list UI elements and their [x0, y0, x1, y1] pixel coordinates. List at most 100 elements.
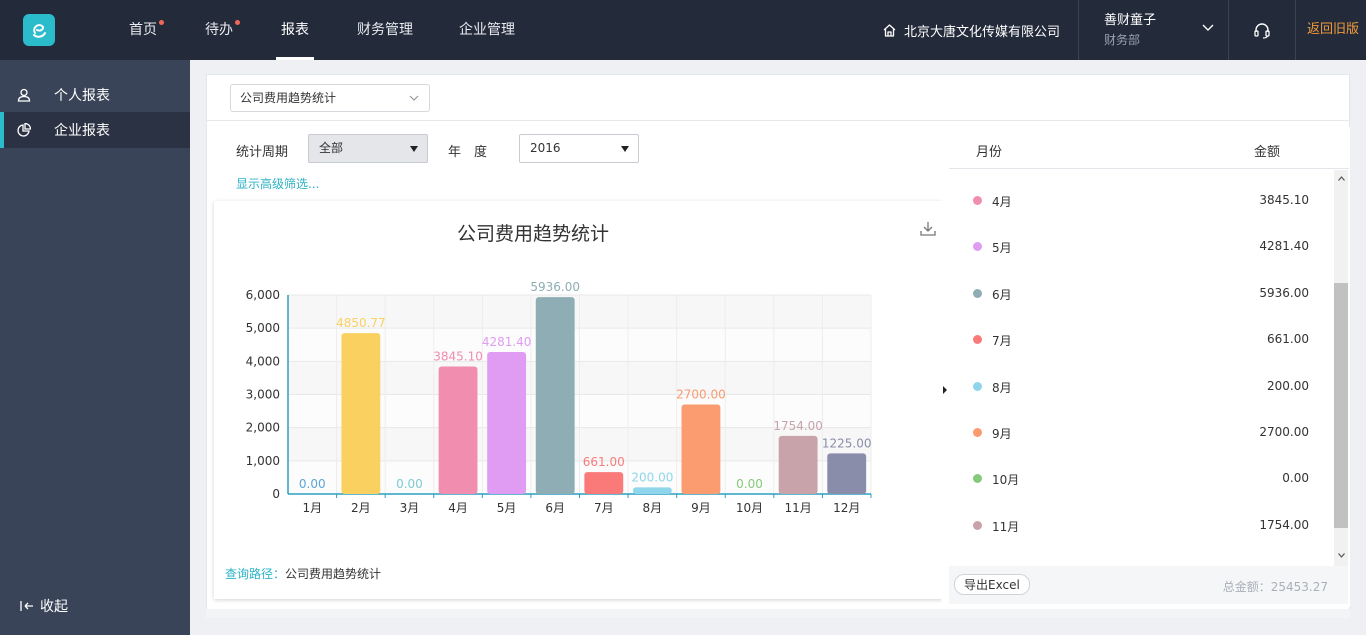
legend-swatch	[973, 381, 982, 391]
amount-cell: 0.00	[1282, 471, 1309, 486]
report-type-select[interactable]: 公司费用趋势统计	[230, 84, 430, 112]
home-icon	[883, 23, 896, 37]
x-tick-label: 3月	[400, 501, 420, 515]
data-label: 661.00	[583, 455, 625, 469]
app-logo[interactable]	[23, 14, 55, 46]
x-tick-label: 12月	[833, 501, 860, 515]
data-label: 0.00	[396, 477, 423, 491]
nav-reports[interactable]: 报表	[276, 0, 314, 60]
expand-arrow-icon[interactable]	[943, 386, 947, 394]
data-label: 0.00	[299, 477, 326, 491]
scrollbar-thumb[interactable]	[1334, 283, 1348, 528]
return-old-version-link[interactable]: 返回旧版	[1307, 0, 1359, 60]
period-label: 统计周期	[236, 145, 289, 160]
divider	[1295, 0, 1296, 60]
pie-chart-icon	[17, 123, 31, 137]
amount-cell: 3845.10	[1259, 193, 1309, 207]
query-path: 查询路径：公司费用趋势统计	[225, 565, 381, 582]
x-tick-label: 9月	[691, 501, 711, 515]
amount-cell: 4281.40	[1259, 239, 1309, 254]
table-row: 8月 200.00	[949, 364, 1333, 410]
y-tick-label: 1,000	[246, 454, 280, 468]
month-cell: 8月	[992, 380, 1012, 395]
top-navbar: 首页 待办 报表 财务管理 企业管理 北京大唐文化传媒有限公司 善财童子 财务部…	[0, 0, 1366, 60]
nav-finance[interactable]: 财务管理	[357, 0, 413, 60]
query-path-label: 查询路径：	[225, 567, 286, 581]
headset-icon[interactable]	[1252, 20, 1272, 40]
table-scrollbar[interactable]	[1334, 170, 1348, 566]
year-select[interactable]: 2016	[519, 134, 639, 163]
nav-todo[interactable]: 待办	[205, 0, 240, 60]
x-tick-label: 1月	[302, 501, 322, 515]
bar	[827, 453, 867, 494]
amount-cell: 661.00	[1267, 332, 1309, 347]
year-value: 2016	[530, 141, 561, 155]
data-label: 200.00	[631, 470, 673, 484]
x-tick-label: 8月	[643, 501, 663, 515]
table-footer: 导出Excel 总金额：25453.27	[949, 566, 1348, 604]
y-tick-label: 0	[272, 487, 280, 501]
dropdown-arrow-icon	[410, 146, 418, 152]
period-select[interactable]: 全部	[308, 134, 428, 163]
panel-bottom	[206, 609, 1350, 618]
export-excel-button[interactable]: 导出Excel	[954, 574, 1030, 595]
x-tick-label: 6月	[545, 501, 565, 515]
dropdown-arrow-icon	[621, 146, 629, 152]
x-tick-label: 11月	[784, 501, 811, 515]
collapse-icon	[20, 601, 33, 611]
y-tick-label: 2,000	[246, 421, 280, 435]
bar	[681, 404, 721, 494]
data-label: 4281.40	[482, 335, 532, 349]
bar-chart: 0 1,000 2,000 3,000 4,000 5,000 6,000 0.00 1月 485…	[246, 280, 872, 515]
logo-icon	[33, 24, 46, 38]
nav-home[interactable]: 首页	[129, 0, 164, 60]
scroll-up-icon[interactable]	[1338, 176, 1345, 181]
x-tick-label: 10月	[736, 501, 763, 515]
download-icon[interactable]	[920, 221, 936, 237]
data-label: 1754.00	[773, 419, 823, 433]
scroll-down-icon[interactable]	[1338, 553, 1345, 558]
table-header: 月份 金额	[949, 127, 1349, 169]
table-row: 6月 5936.00	[949, 271, 1333, 317]
notification-dot	[159, 20, 164, 25]
legend-swatch	[973, 428, 982, 437]
user-menu[interactable]: 善财童子 财务部	[1104, 13, 1156, 48]
bar	[438, 366, 478, 494]
chevron-down-icon[interactable]	[1201, 21, 1215, 35]
monthly-amount-table: 月份 金额 4月 3845.10 5月 4281.40 6月 5936.00 7月 661.0…	[949, 127, 1350, 607]
sidebar-item-label: 企业报表	[54, 123, 110, 139]
sidebar: 个人报表 企业报表 收起	[0, 60, 190, 635]
month-cell: 7月	[992, 334, 1012, 349]
bar	[778, 435, 818, 494]
sidebar-item-label: 个人报表	[54, 88, 110, 104]
company-switcher[interactable]: 北京大唐文化传媒有限公司	[882, 0, 1060, 60]
report-type-value: 公司费用趋势统计	[240, 91, 337, 105]
y-tick-label: 3,000	[246, 388, 280, 402]
sidebar-item-enterprise-report[interactable]: 企业报表	[0, 112, 190, 148]
data-label: 2700.00	[676, 387, 726, 401]
column-header-amount: 金额	[1254, 145, 1281, 160]
collapse-sidebar-button[interactable]: 收起	[20, 596, 68, 616]
user-department: 财务部	[1104, 33, 1141, 47]
data-label: 5936.00	[530, 280, 580, 294]
show-advanced-filter-link[interactable]: 显示高级筛选...	[236, 175, 319, 192]
x-tick-label: 5月	[497, 501, 517, 515]
table-row: 9月 2700.00	[949, 410, 1333, 456]
user-icon	[17, 88, 31, 102]
nav-enterprise[interactable]: 企业管理	[459, 0, 515, 60]
divider	[1078, 0, 1079, 60]
y-tick-label: 6,000	[246, 288, 280, 302]
x-tick-label: 2月	[351, 501, 371, 515]
company-name: 北京大唐文化传媒有限公司	[904, 24, 1061, 40]
x-tick-label: 7月	[594, 501, 614, 515]
panel-splitter[interactable]	[942, 127, 948, 607]
bar	[632, 487, 672, 494]
sidebar-item-personal-report[interactable]: 个人报表	[0, 77, 190, 113]
y-tick-label: 5,000	[246, 321, 280, 335]
column-header-month: 月份	[976, 145, 1003, 160]
query-path-value: 公司费用趋势统计	[285, 567, 382, 581]
period-value: 全部	[319, 141, 344, 155]
user-name: 善财童子	[1104, 13, 1157, 28]
month-cell: 9月	[992, 427, 1012, 441]
table-row: 4月 3845.10	[949, 178, 1333, 224]
